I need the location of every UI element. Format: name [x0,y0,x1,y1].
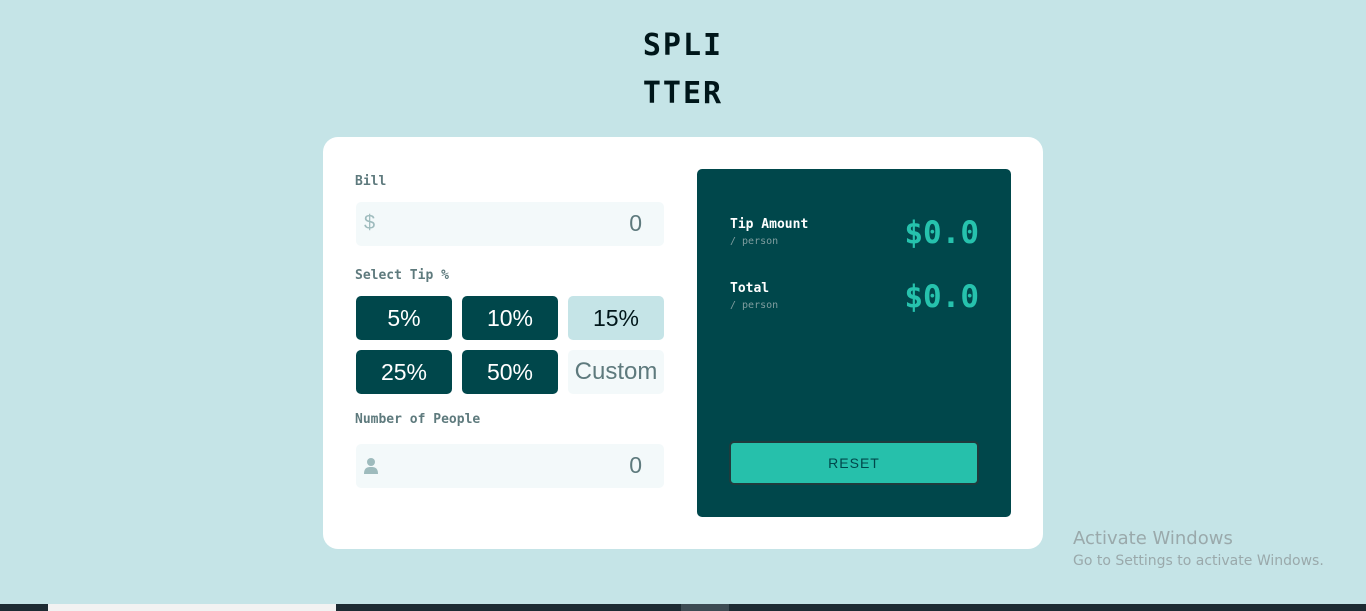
taskbar-active-app[interactable] [681,604,729,611]
bill-label: Bill [355,174,387,189]
tip-amount-value: $0.0 [904,215,979,251]
tip-25-button[interactable]: 25% [356,350,452,394]
bill-value[interactable]: 0 [629,210,642,237]
windows-activation-watermark: Activate Windows Go to Settings to activ… [1073,528,1324,572]
tip-amount-sub: / person [730,236,779,247]
person-icon [364,457,378,475]
watermark-title: Activate Windows [1073,528,1233,549]
custom-tip-input[interactable]: Custom [568,350,664,394]
select-tip-label: Select Tip % [355,268,449,283]
taskbar[interactable] [0,604,1366,611]
tip-15-button[interactable]: 15% [568,296,664,340]
tip-50-button[interactable]: 50% [462,350,558,394]
total-label: Total [730,281,770,296]
calculator-card: Bill $ 0 Select Tip % 5% 10% 15% 25% 50%… [323,137,1043,549]
logo-line-1: SPLI [642,28,724,63]
watermark-subtitle: Go to Settings to activate Windows. [1073,553,1324,569]
people-label: Number of People [355,412,481,427]
tip-amount-label: Tip Amount [730,217,809,232]
total-value: $0.0 [904,279,979,315]
app-logo: SPLI TTER [0,22,1366,118]
people-value[interactable]: 0 [629,452,642,479]
tip-5-button[interactable]: 5% [356,296,452,340]
logo-line-2: TTER [642,76,724,111]
reset-button[interactable]: RESET [729,441,979,485]
taskbar-app-thumbnail[interactable] [48,604,336,611]
people-input[interactable]: 0 [356,444,664,488]
results-panel: Tip Amount / person $0.0 Total / person … [697,169,1011,517]
total-sub: / person [730,300,779,311]
bill-input[interactable]: $ 0 [356,202,664,246]
dollar-icon: $ [364,212,376,234]
tip-10-button[interactable]: 10% [462,296,558,340]
